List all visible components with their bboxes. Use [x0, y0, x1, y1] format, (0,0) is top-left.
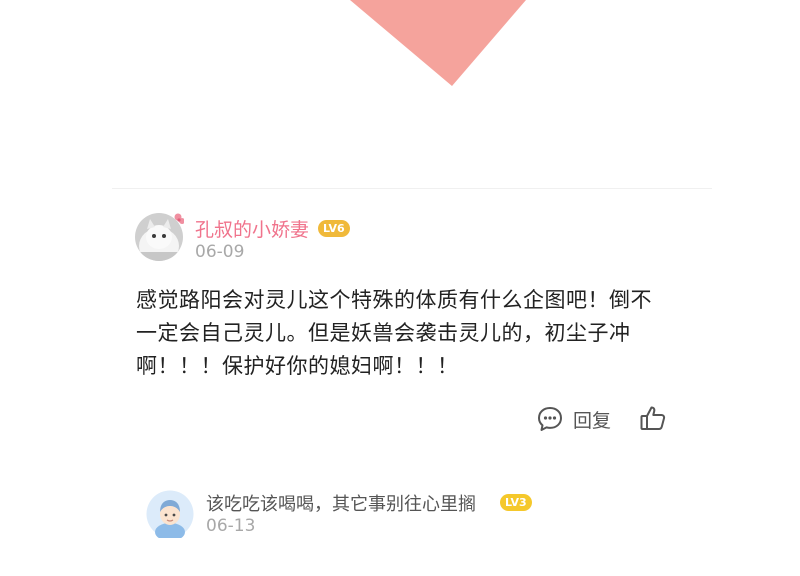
- comment-page: 孔叔的小娇妻 LV6 06-09 感觉路阳会对灵儿这个特殊的体质有什么企图吧！倒…: [0, 0, 800, 576]
- username[interactable]: 该吃吃该喝喝，其它事别往心里搁: [206, 490, 476, 516]
- comment-text-line: 感觉路阳会对灵儿这个特殊的体质有什么企图吧！倒不: [136, 288, 652, 312]
- chat-bubble-icon: [538, 407, 562, 431]
- comment-date: 06-09: [195, 242, 245, 262]
- thumbs-up-icon[interactable]: [638, 403, 668, 433]
- avatar[interactable]: [146, 490, 194, 538]
- comment-text-line: 一定会自己灵儿。但是妖兽会袭击灵儿的，初尘子冲: [136, 321, 631, 345]
- comment-date: 06-13: [206, 516, 256, 536]
- username[interactable]: 孔叔的小娇妻: [195, 215, 309, 242]
- divider: [112, 188, 712, 189]
- level-badge: LV3: [500, 494, 532, 511]
- comment-text-line: 啊！！！保护好你的媳妇啊！！！: [136, 354, 459, 378]
- reply-label: 回复: [573, 409, 612, 432]
- decorative-triangle: [350, 0, 526, 86]
- level-badge: LV6: [318, 220, 350, 237]
- comment-text: 感觉路阳会对灵儿这个特殊的体质有什么企图吧！倒不 一定会自己灵儿。但是妖兽会袭击…: [136, 284, 696, 383]
- avatar[interactable]: [134, 212, 184, 262]
- reply-button[interactable]: 回复: [536, 404, 611, 434]
